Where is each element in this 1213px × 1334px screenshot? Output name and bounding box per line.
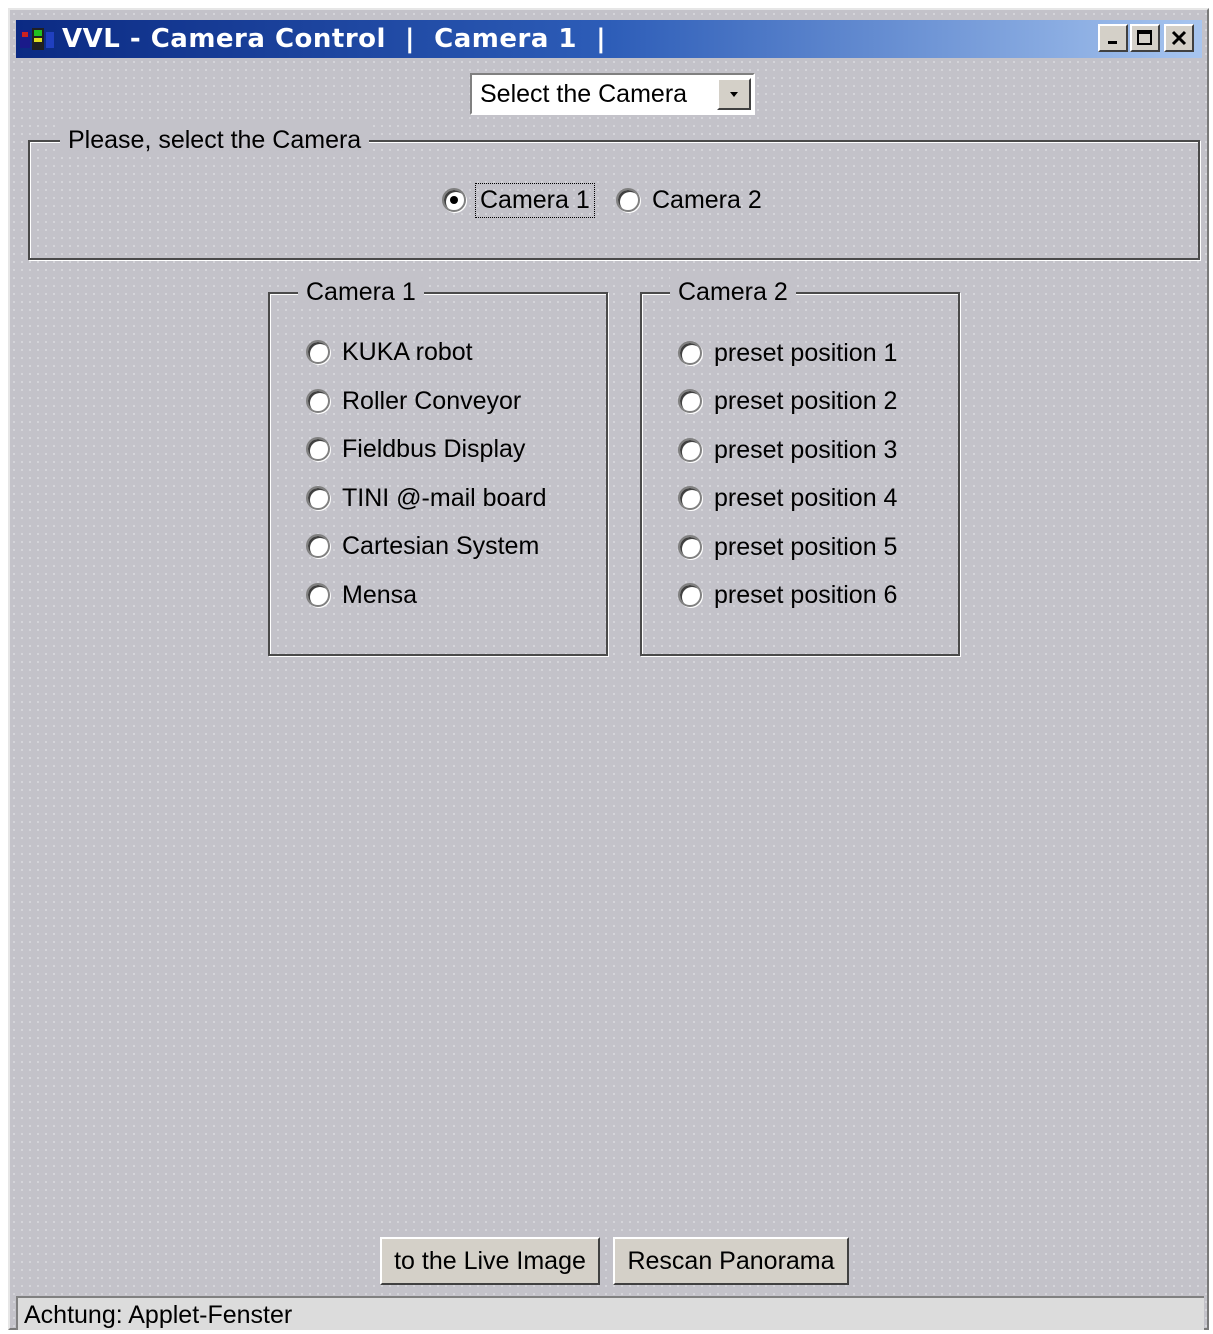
maximize-button[interactable]: [1130, 24, 1160, 52]
radio-mensa[interactable]: Mensa: [306, 577, 417, 613]
radio-button[interactable]: [678, 486, 702, 510]
radio-button[interactable]: [306, 340, 330, 364]
dropdown-value: Select the Camera: [480, 80, 688, 108]
window-title: VVL - Camera Control | Camera 1 |: [62, 24, 607, 54]
chevron-down-icon: [730, 92, 738, 97]
radio-label: KUKA robot: [342, 337, 473, 366]
radio-label: Fieldbus Display: [342, 434, 526, 463]
radio-label: preset position 5: [714, 532, 898, 561]
radio-label: Camera 1: [475, 182, 595, 218]
radio-button[interactable]: [678, 389, 702, 413]
minimize-button[interactable]: [1098, 24, 1128, 52]
radio-button[interactable]: [306, 583, 330, 607]
radio-preset-position-5[interactable]: preset position 5: [678, 529, 897, 565]
radio-preset-position-2[interactable]: preset position 2: [678, 383, 897, 419]
minimize-icon: [1108, 41, 1117, 44]
radio-tini-mail-board[interactable]: TINI @-mail board: [306, 480, 547, 516]
radio-cartesian-system[interactable]: Cartesian System: [306, 528, 539, 564]
status-text: Achtung: Applet-Fenster: [24, 1301, 293, 1329]
radio-preset-position-4[interactable]: preset position 4: [678, 480, 897, 516]
radio-label: preset position 4: [714, 483, 898, 512]
camera-select-dropdown[interactable]: Select the Camera: [470, 73, 755, 115]
radio-preset-position-1[interactable]: preset position 1: [678, 335, 897, 371]
close-icon: [1171, 30, 1187, 46]
camera-2-presets-group: Camera 2 preset position 1 preset positi…: [640, 276, 960, 656]
app-icon: [20, 28, 54, 50]
radio-button[interactable]: [678, 438, 702, 462]
radio-button[interactable]: [678, 583, 702, 607]
radio-button-checked[interactable]: [442, 188, 466, 212]
camera-select-group: Please, select the Camera Camera 1 Camer…: [28, 124, 1200, 260]
group-legend: Camera 2: [670, 276, 796, 308]
radio-label: Mensa: [342, 580, 418, 609]
radio-camera-2[interactable]: Camera 2: [616, 182, 762, 218]
live-image-button[interactable]: to the Live Image: [380, 1237, 600, 1285]
radio-label: Cartesian System: [342, 531, 540, 560]
applet-window: VVL - Camera Control | Camera 1 | Select…: [8, 8, 1209, 1330]
radio-button[interactable]: [306, 437, 330, 461]
radio-label: TINI @-mail board: [342, 483, 547, 512]
maximize-icon: [1137, 30, 1152, 45]
radio-preset-position-6[interactable]: preset position 6: [678, 577, 897, 613]
group-legend: Please, select the Camera: [60, 124, 370, 156]
title-bar[interactable]: VVL - Camera Control | Camera 1 |: [16, 20, 1202, 58]
radio-camera-1[interactable]: Camera 1: [442, 182, 595, 218]
radio-label: Roller Conveyor: [342, 386, 522, 415]
radio-label: preset position 6: [714, 580, 898, 609]
status-bar: Achtung: Applet-Fenster: [16, 1296, 1204, 1330]
group-legend: Camera 1: [298, 276, 424, 308]
radio-kuka-robot[interactable]: KUKA robot: [306, 334, 473, 370]
rescan-panorama-button[interactable]: Rescan Panorama: [613, 1237, 849, 1285]
radio-fieldbus-display[interactable]: Fieldbus Display: [306, 431, 525, 467]
radio-roller-conveyor[interactable]: Roller Conveyor: [306, 383, 521, 419]
radio-label: preset position 3: [714, 435, 898, 464]
radio-label: Camera 2: [652, 185, 762, 214]
radio-button[interactable]: [306, 486, 330, 510]
close-button[interactable]: [1164, 24, 1194, 52]
radio-button[interactable]: [306, 389, 330, 413]
radio-button[interactable]: [678, 341, 702, 365]
radio-button[interactable]: [616, 188, 640, 212]
radio-preset-position-3[interactable]: preset position 3: [678, 432, 897, 468]
radio-button[interactable]: [678, 535, 702, 559]
radio-label: preset position 1: [714, 338, 898, 367]
dropdown-arrow-button[interactable]: [717, 78, 751, 110]
camera-1-locations-group: Camera 1 KUKA robot Roller Conveyor Fiel…: [268, 276, 608, 656]
radio-label: preset position 2: [714, 386, 898, 415]
radio-button[interactable]: [306, 534, 330, 558]
